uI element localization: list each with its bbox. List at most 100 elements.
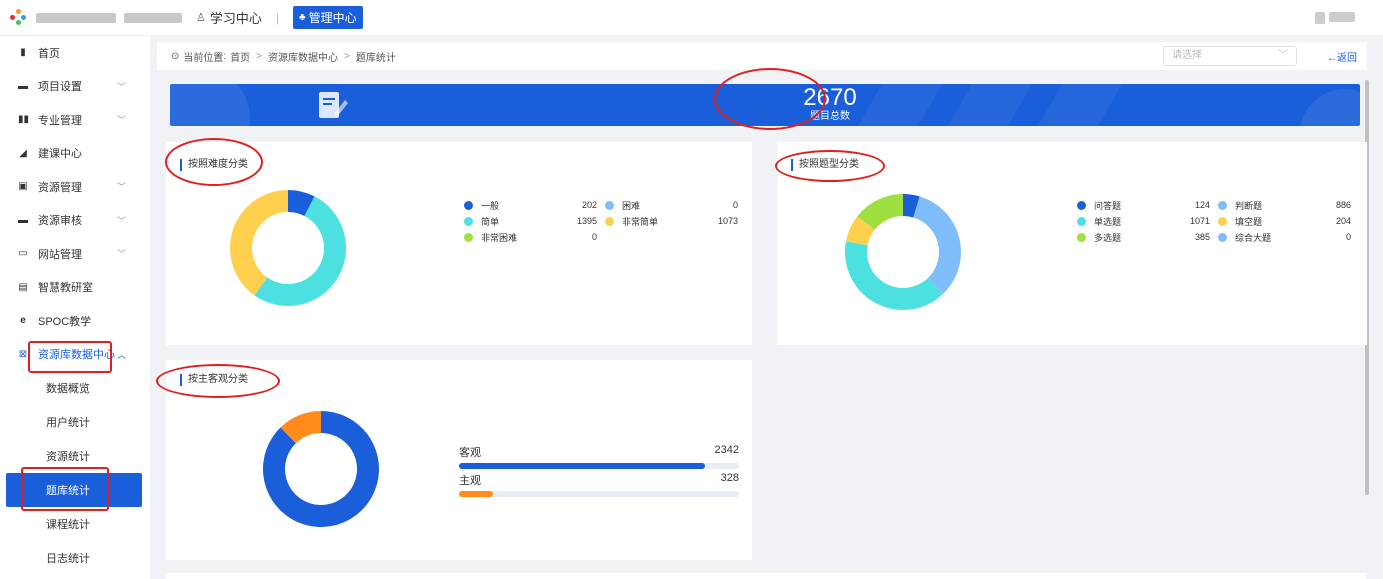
sidebar-subitem-label: 课程统计 — [46, 519, 90, 531]
objective-donut-chart — [263, 411, 379, 527]
sidebar-item-major[interactable]: ▮▮ 专业管理 ﹀ — [0, 103, 150, 137]
user-info[interactable] — [1315, 12, 1355, 24]
legend-dot — [605, 200, 614, 210]
breadcrumb-current: 题库统计 — [355, 52, 396, 64]
legend-dot — [1218, 232, 1227, 242]
sidebar-subitem-overview[interactable]: 数据概览 — [0, 371, 150, 405]
legend-value: 124 — [1194, 200, 1210, 210]
bar-value: 328 — [720, 472, 739, 484]
sidebar-subitem-label: 用户统计 — [46, 417, 90, 429]
donut-slice-0[interactable] — [263, 411, 379, 527]
nav-admin-center-label: 管理中心 — [308, 11, 357, 25]
box-icon: ▣ — [18, 181, 28, 193]
sidebar-item-spoc[interactable]: e SPOC教学 — [0, 304, 150, 338]
sidebar-item-smart-research[interactable]: ▤ 智慧教研室 — [0, 271, 150, 305]
legend-name: 单选题 — [1094, 216, 1122, 227]
legend-dot — [1077, 232, 1086, 242]
donut-slice-2[interactable] — [845, 241, 944, 310]
nav-admin-center[interactable]: ♣ 管理中心 — [293, 6, 363, 29]
legend-value: 0 — [591, 232, 597, 242]
legend-dot — [605, 216, 614, 226]
chevron-down-icon: ﹀ — [116, 215, 126, 226]
nav-learning-center[interactable]: ♙ 学习中心 — [196, 8, 262, 27]
sidebar-subitem-label: 数据概览 — [46, 383, 90, 395]
sidebar-item-label: 网站管理 — [38, 248, 82, 261]
legend-name: 困难 — [622, 200, 641, 211]
total-count: 2670 — [803, 84, 857, 111]
sidebar-item-label: 专业管理 — [38, 114, 82, 127]
breadcrumb-data-center[interactable]: 资源库数据中心 — [268, 49, 338, 64]
chevron-up-icon: ︿ — [116, 349, 126, 360]
sidebar-subitem-user-stats[interactable]: 用户统计 — [0, 405, 150, 439]
legend-name: 填空题 — [1235, 216, 1263, 227]
bar-track — [459, 491, 739, 497]
difficulty-donut-chart — [230, 190, 346, 306]
difficulty-legend: 一般 202 困难 0 简单 1395 非常简单 1073 非常困难 0 — [464, 197, 746, 245]
admin-user-icon: ♣ — [299, 12, 306, 23]
legend-name: 问答题 — [1094, 200, 1122, 211]
sidebar-item-home[interactable]: ▮ 首页 — [0, 36, 150, 70]
back-link[interactable]: ←返回 — [1327, 49, 1357, 64]
sidebar-item-course-build[interactable]: ◢ 建课中心 — [0, 137, 150, 171]
total-count-label: 题目总数 — [810, 111, 850, 122]
legend-dot — [464, 232, 473, 242]
sidebar-item-resource-mgmt[interactable]: ▣ 资源管理 ﹀ — [0, 170, 150, 204]
legend-name: 简单 — [481, 216, 500, 227]
highlight-ellipse — [714, 68, 826, 130]
sidebar-subitem-log-stats[interactable]: 日志统计 — [0, 541, 150, 575]
breadcrumb-colon: : — [223, 50, 227, 62]
donut-slice-1[interactable] — [913, 196, 961, 294]
chevron-down-icon: ﹀ — [116, 182, 126, 193]
sidebar-item-site-mgmt[interactable]: ▭ 网站管理 ﹀ — [0, 237, 150, 271]
nav-learning-center-label: 学习中心 — [209, 11, 262, 26]
send-icon: ◢ — [19, 147, 27, 159]
objective-bar-subjective: 主观 328 — [459, 472, 739, 497]
legend-dot — [1077, 200, 1086, 210]
logo[interactable] — [10, 8, 28, 27]
grid-icon: ▮▮ — [18, 114, 30, 126]
breadcrumb: ⊙ 当前位置: 首页 > 资源库数据中心 > 题库统计 请选择 ﹀ ←返回 — [157, 42, 1367, 70]
sidebar-item-project-settings[interactable]: ▬ 项目设置 ﹀ — [0, 70, 150, 104]
breadcrumb-home[interactable]: 首页 — [230, 49, 250, 64]
sidebar-item-resource-review[interactable]: ▬ 资源审核 ﹀ — [0, 204, 150, 238]
legend-dot — [1218, 200, 1227, 210]
legend-value: 0 — [1345, 232, 1351, 242]
chart-icon: ⊠ — [18, 348, 28, 360]
legend-value: 1073 — [717, 216, 738, 226]
bar-track — [459, 463, 739, 469]
sidebar-subitem-label: 资源统计 — [46, 451, 90, 463]
home-icon: ▮ — [20, 47, 26, 59]
sidebar-item-label: SPOC教学 — [38, 315, 92, 328]
location-pin-icon: ⊙ — [171, 50, 180, 62]
learning-icon: ♙ — [196, 12, 206, 24]
chevron-down-icon: ﹀ — [116, 81, 126, 92]
legend-name: 多选题 — [1094, 232, 1122, 243]
sidebar-item-label: 项目设置 — [38, 81, 82, 94]
legend-value: 1395 — [576, 216, 597, 226]
top-bar: ♙ 学习中心 | ♣ 管理中心 — [0, 0, 1383, 36]
legend-dot — [1218, 216, 1227, 226]
donut-slice-2[interactable] — [230, 190, 288, 296]
doc-icon: ▤ — [18, 281, 28, 293]
filter-select-placeholder: 请选择 — [1172, 50, 1202, 61]
highlight-ellipse — [156, 364, 280, 398]
filter-select[interactable]: 请选择 ﹀ — [1163, 46, 1297, 66]
highlight-box — [28, 341, 112, 373]
folder-icon: ▬ — [18, 80, 28, 92]
sidebar-subitem-course-stats[interactable]: 课程统计 — [0, 507, 150, 541]
folder-icon: ▬ — [18, 214, 28, 226]
legend-name: 综合大题 — [1235, 232, 1272, 243]
sidebar-item-label: 智慧教研室 — [38, 282, 93, 295]
bar-label: 客观 — [459, 447, 481, 459]
bar-value: 2342 — [714, 444, 739, 456]
chevron-down-icon: ﹀ — [1278, 50, 1288, 61]
sidebar-subitem-label: 日志统计 — [46, 553, 90, 565]
legend-value: 204 — [1335, 216, 1351, 226]
nav-divider: | — [275, 10, 280, 25]
legend-value: 202 — [581, 200, 597, 210]
ie-icon: e — [20, 315, 26, 327]
highlight-ellipse — [165, 138, 263, 186]
blurred-org-name — [124, 12, 182, 23]
breadcrumb-prefix: 当前位置 — [183, 52, 224, 64]
legend-dot — [464, 216, 473, 226]
